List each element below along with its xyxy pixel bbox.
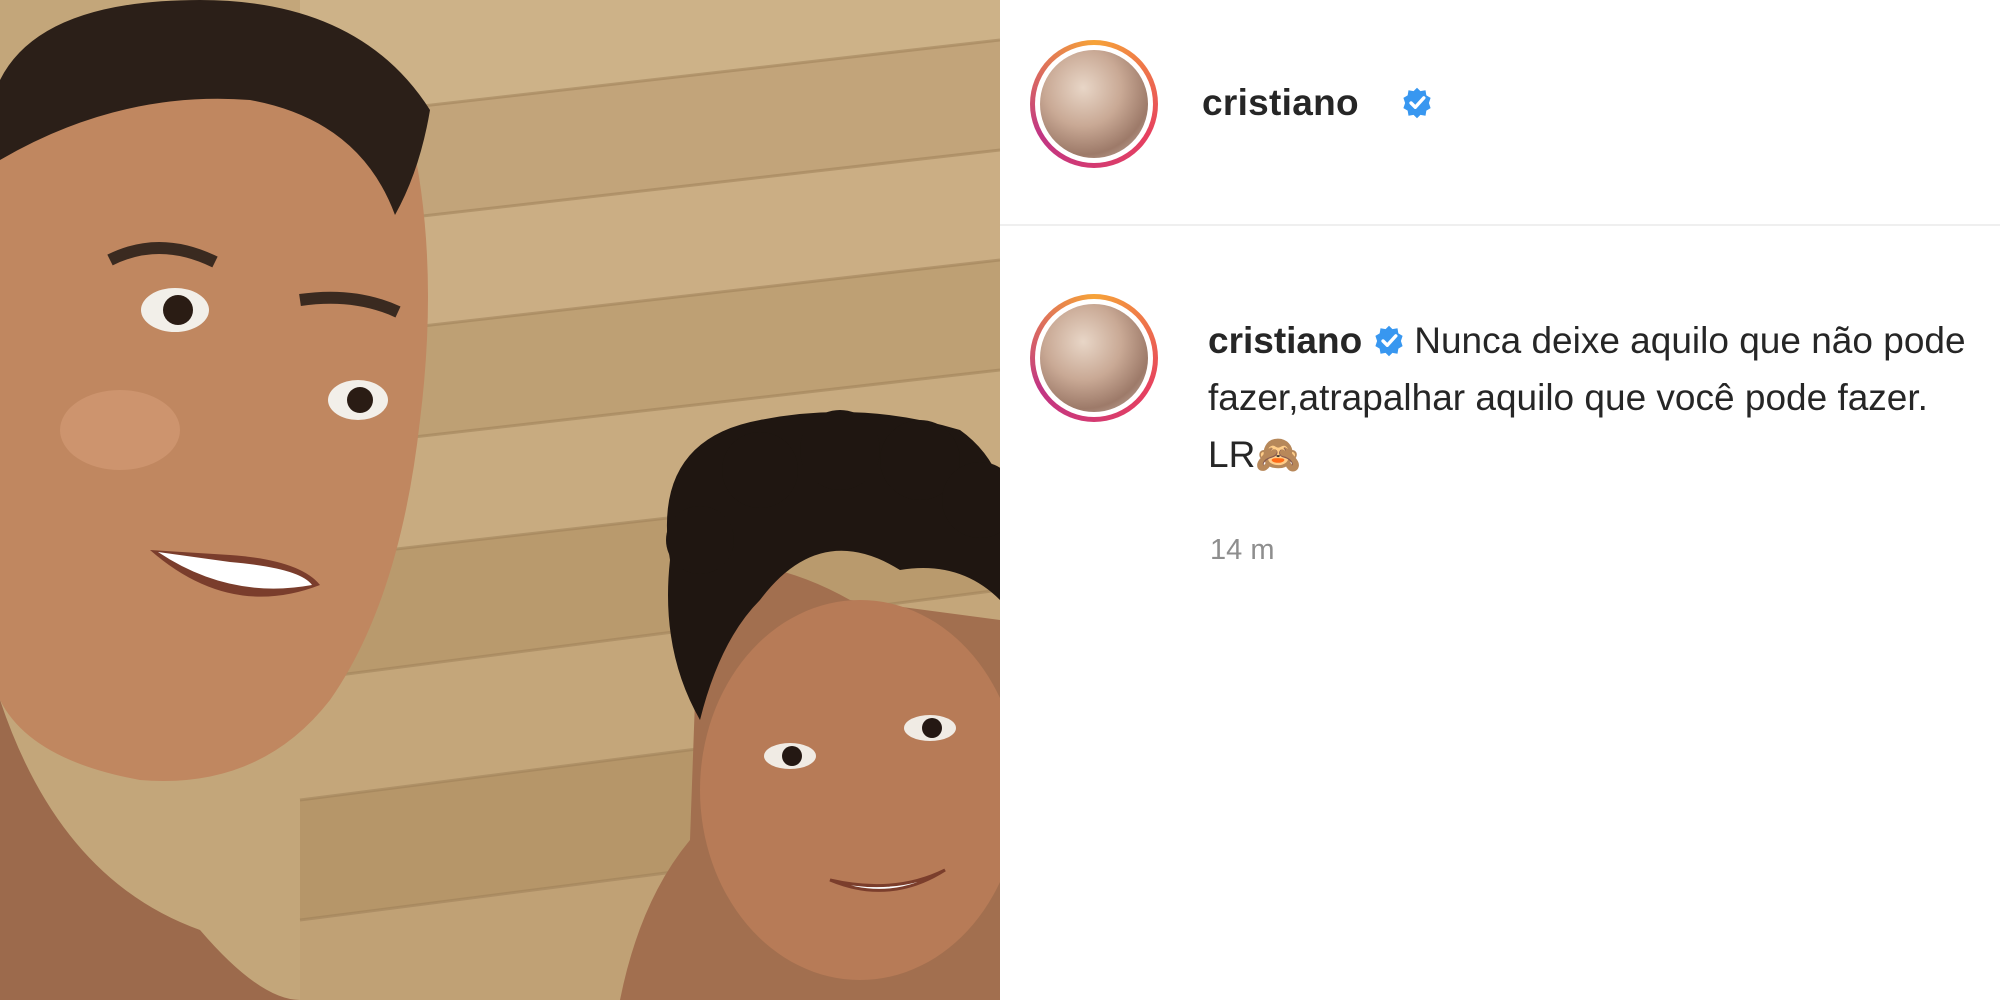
post-photo-illustration bbox=[0, 0, 1000, 1000]
verified-badge-icon bbox=[1375, 325, 1403, 357]
post-details-panel: cristiano cristiano Nunca deixe aquilo q… bbox=[1000, 0, 2000, 1000]
caption-text-block: cristiano Nunca deixe aquilo que não pod… bbox=[1208, 312, 1968, 483]
post-timestamp[interactable]: 14 m bbox=[1210, 534, 1274, 567]
caption-avatar-image bbox=[1040, 304, 1148, 412]
avatar[interactable] bbox=[1030, 40, 1158, 168]
header-username-link[interactable]: cristiano bbox=[1202, 82, 1359, 124]
post-photo[interactable] bbox=[0, 0, 1000, 1000]
caption-emoji: 🙈 bbox=[1255, 434, 1302, 475]
post-header: cristiano bbox=[1000, 0, 2000, 226]
caption-username-link[interactable]: cristiano bbox=[1208, 320, 1362, 361]
verified-badge-icon bbox=[1403, 87, 1431, 119]
caption-avatar[interactable] bbox=[1030, 294, 1158, 422]
avatar-image bbox=[1040, 50, 1148, 158]
